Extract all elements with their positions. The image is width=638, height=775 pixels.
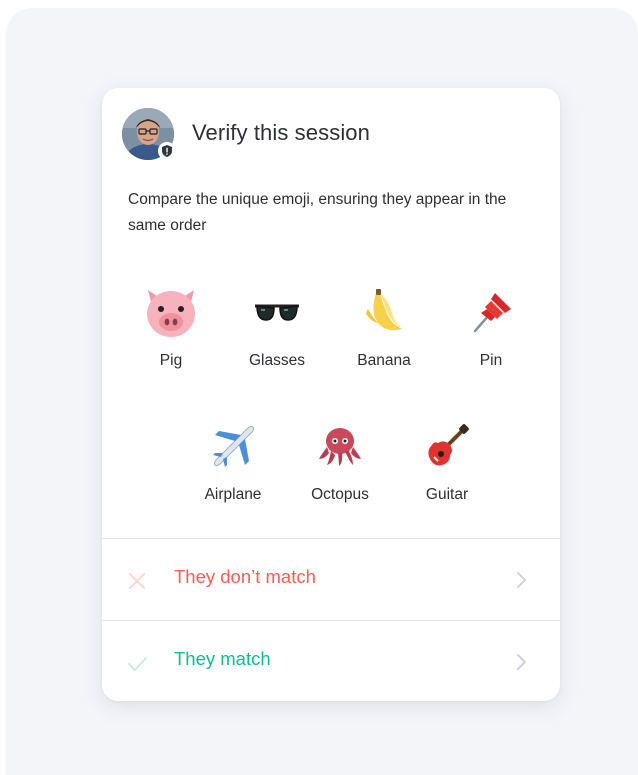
dialog-description: Compare the unique emoji, ensuring they … [128, 191, 507, 234]
guitar-icon [428, 424, 469, 466]
close-icon [129, 573, 145, 589]
emoji-item-guitar: Guitar [397, 418, 497, 504]
emoji-label: Pig [159, 352, 183, 369]
pig-icon [147, 290, 195, 337]
emoji-label: Guitar [425, 486, 469, 503]
they-match-button[interactable]: They match [102, 621, 560, 701]
airplane-icon [213, 426, 254, 467]
emoji-item-octopus: Octopus [290, 418, 390, 504]
they-dont-match-button[interactable]: They don’t match [102, 539, 560, 619]
dialog-header: Verify this session [122, 108, 542, 160]
shield-icon [158, 142, 176, 160]
emoji-item-banana: Banana [334, 284, 434, 370]
octopus-icon [319, 428, 361, 466]
emoji-item-airplane: Airplane [183, 418, 283, 504]
pin-icon [473, 293, 511, 333]
emoji-label: Airplane [204, 486, 262, 503]
chevron-right-icon [517, 572, 526, 588]
emoji-label: Glasses [249, 352, 305, 369]
banana-icon [366, 289, 402, 331]
glasses-icon [255, 304, 299, 321]
emoji-item-glasses: Glasses [227, 284, 327, 370]
dialog-title: Verify this session [192, 120, 370, 145]
emoji-label: Pin [479, 352, 503, 369]
emoji-label: Octopus [311, 486, 369, 503]
emoji-item-pin: Pin [441, 284, 541, 370]
emoji-label: Banana [357, 352, 411, 369]
chevron-right-icon [517, 654, 526, 670]
they-match-label: They match [174, 648, 271, 669]
they-dont-match-label: They don’t match [174, 566, 316, 587]
check-icon [128, 657, 147, 671]
emoji-item-pig: Pig [121, 284, 221, 370]
background-panel: Verify this session Compare the unique e… [6, 8, 638, 775]
verify-session-dialog: Verify this session Compare the unique e… [102, 88, 560, 701]
